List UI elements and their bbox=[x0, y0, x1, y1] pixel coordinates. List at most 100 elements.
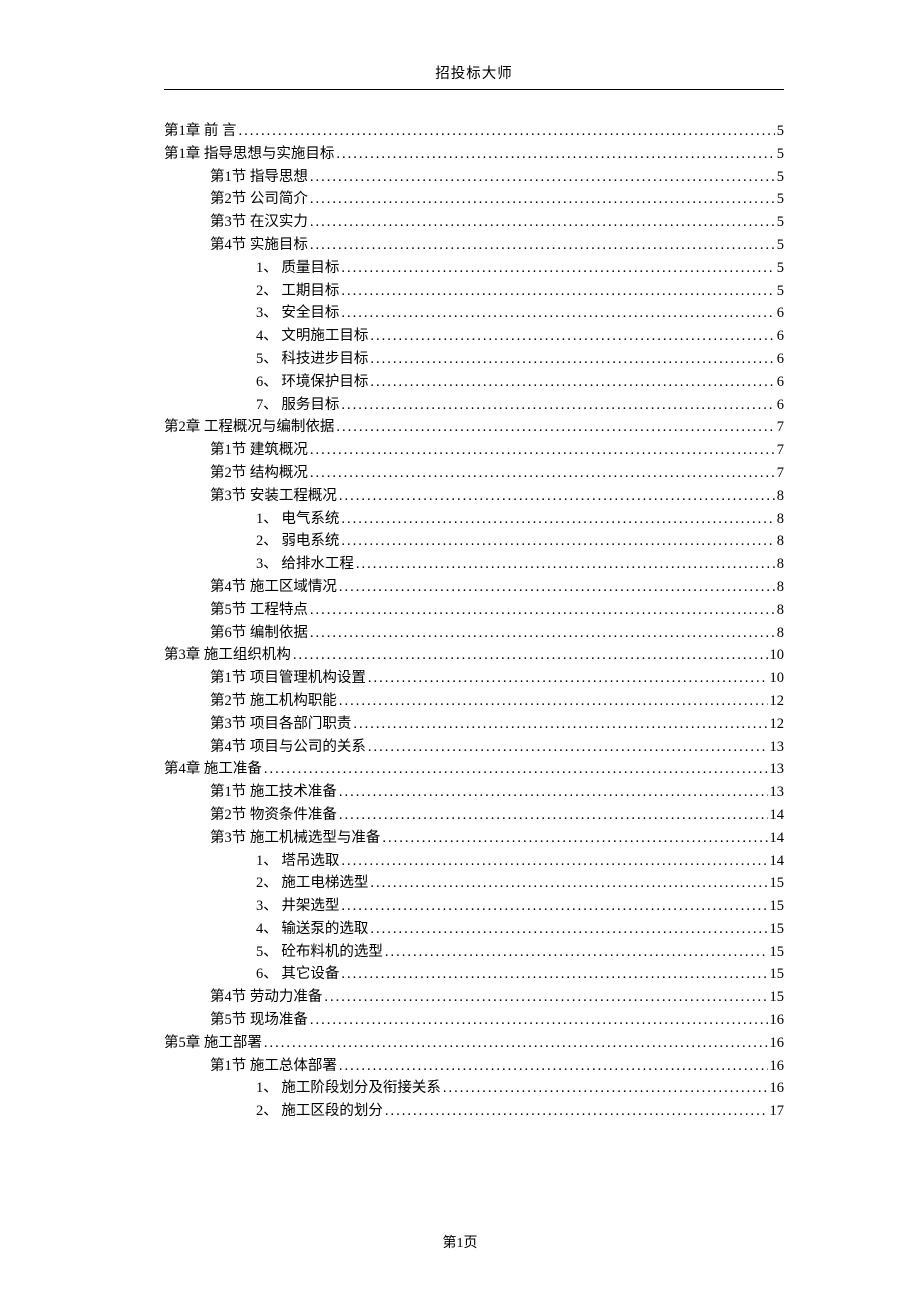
toc-entry-label: 第1章 前 言 bbox=[164, 124, 237, 139]
toc-leader-dots bbox=[310, 443, 775, 458]
toc-entry-page: 8 bbox=[777, 626, 784, 641]
toc-entry-page: 15 bbox=[770, 922, 785, 937]
toc-entry: 第2节 物资条件准备 14 bbox=[164, 808, 784, 823]
toc-entry: 4、 输送泵的选取 15 bbox=[164, 922, 784, 937]
toc-entry: 2、 施工电梯选型 15 bbox=[164, 876, 784, 891]
toc-entry: 第1章 指导思想与实施目标 5 bbox=[164, 147, 784, 162]
toc-entry-page: 6 bbox=[777, 398, 784, 413]
toc-leader-dots bbox=[293, 648, 768, 663]
toc-entry-label: 5、 砼布料机的选型 bbox=[256, 945, 383, 960]
toc-leader-dots bbox=[339, 785, 768, 800]
toc-entry-page: 10 bbox=[770, 648, 785, 663]
toc-entry-label: 第1节 施工总体部署 bbox=[210, 1059, 337, 1074]
toc-entry: 5、 科技进步目标 6 bbox=[164, 352, 784, 367]
toc-entry: 第5节 工程特点 8 bbox=[164, 603, 784, 618]
toc-entry-page: 16 bbox=[770, 1013, 785, 1028]
toc-entry-page: 8 bbox=[777, 512, 784, 527]
toc-entry: 第5章 施工部署 16 bbox=[164, 1036, 784, 1051]
toc-entry-page: 5 bbox=[777, 147, 784, 162]
toc-entry: 第2章 工程概况与编制依据 7 bbox=[164, 420, 784, 435]
toc-leader-dots bbox=[339, 694, 768, 709]
toc-entry: 3、 安全目标 6 bbox=[164, 306, 784, 321]
toc-entry-page: 15 bbox=[770, 899, 785, 914]
toc-entry-label: 第4节 项目与公司的关系 bbox=[210, 740, 366, 755]
toc-leader-dots bbox=[382, 831, 767, 846]
toc-leader-dots bbox=[341, 398, 774, 413]
toc-entry: 第4章 施工准备 13 bbox=[164, 762, 784, 777]
toc-leader-dots bbox=[370, 329, 774, 344]
toc-entry: 第1节 施工总体部署 16 bbox=[164, 1059, 784, 1074]
toc-entry-label: 4、 文明施工目标 bbox=[256, 329, 368, 344]
toc-entry-label: 第1章 指导思想与实施目标 bbox=[164, 147, 334, 162]
toc-entry-page: 12 bbox=[770, 717, 785, 732]
toc-entry-label: 3、 给排水工程 bbox=[256, 557, 354, 572]
toc-leader-dots bbox=[310, 603, 775, 618]
toc-entry-label: 第3节 在汉实力 bbox=[210, 215, 308, 230]
toc-leader-dots bbox=[341, 261, 774, 276]
toc-entry: 第3节 项目各部门职责 12 bbox=[164, 717, 784, 732]
toc-leader-dots bbox=[310, 238, 775, 253]
toc-leader-dots bbox=[356, 557, 775, 572]
page-header: 招投标大师 bbox=[164, 62, 784, 90]
toc-entry: 第6节 编制依据 8 bbox=[164, 626, 784, 641]
toc-entry-page: 10 bbox=[770, 671, 785, 686]
toc-entry: 第2节 施工机构职能 12 bbox=[164, 694, 784, 709]
toc-leader-dots bbox=[310, 1013, 768, 1028]
toc-entry-label: 第4节 实施目标 bbox=[210, 238, 308, 253]
toc-leader-dots bbox=[310, 192, 775, 207]
toc-entry-label: 第1节 指导思想 bbox=[210, 170, 308, 185]
toc-leader-dots bbox=[341, 534, 774, 549]
toc-entry-label: 第2节 公司简介 bbox=[210, 192, 308, 207]
toc-entry-page: 5 bbox=[777, 170, 784, 185]
toc-entry-page: 6 bbox=[777, 329, 784, 344]
toc-entry: 第1章 前 言 5 bbox=[164, 124, 784, 139]
toc-entry-label: 6、 其它设备 bbox=[256, 967, 339, 982]
toc-entry: 第1节 建筑概况 7 bbox=[164, 443, 784, 458]
toc-entry: 1、 施工阶段划分及衔接关系 16 bbox=[164, 1081, 784, 1096]
toc-entry-page: 8 bbox=[777, 534, 784, 549]
toc-entry-page: 14 bbox=[770, 854, 785, 869]
toc-leader-dots bbox=[310, 215, 775, 230]
toc-entry-label: 第5节 现场准备 bbox=[210, 1013, 308, 1028]
toc-entry: 第1节 指导思想 5 bbox=[164, 170, 784, 185]
toc-entry: 6、 环境保护目标 6 bbox=[164, 375, 784, 390]
toc-leader-dots bbox=[310, 626, 775, 641]
toc-entry: 第1节 项目管理机构设置 10 bbox=[164, 671, 784, 686]
toc-leader-dots bbox=[339, 808, 768, 823]
toc-leader-dots bbox=[443, 1081, 768, 1096]
toc-entry-label: 1、 施工阶段划分及衔接关系 bbox=[256, 1081, 441, 1096]
toc-entry: 6、 其它设备 15 bbox=[164, 967, 784, 982]
toc-entry-page: 8 bbox=[777, 603, 784, 618]
table-of-contents: 第1章 前 言 5第1章 指导思想与实施目标 5第1节 指导思想 5第2节 公司… bbox=[164, 124, 784, 1119]
toc-entry-label: 7、 服务目标 bbox=[256, 398, 339, 413]
toc-entry-label: 5、 科技进步目标 bbox=[256, 352, 368, 367]
toc-entry-page: 15 bbox=[770, 945, 785, 960]
toc-leader-dots bbox=[264, 762, 768, 777]
toc-entry-page: 5 bbox=[777, 124, 784, 139]
toc-entry-page: 15 bbox=[770, 876, 785, 891]
toc-entry-label: 第1节 施工技术准备 bbox=[210, 785, 337, 800]
toc-leader-dots bbox=[370, 922, 767, 937]
toc-entry-label: 第1节 建筑概况 bbox=[210, 443, 308, 458]
toc-entry-page: 6 bbox=[777, 352, 784, 367]
toc-entry: 第4节 劳动力准备 15 bbox=[164, 990, 784, 1005]
toc-entry-page: 16 bbox=[770, 1081, 785, 1096]
toc-entry-page: 5 bbox=[777, 261, 784, 276]
toc-entry-page: 13 bbox=[770, 785, 785, 800]
toc-entry-page: 5 bbox=[777, 215, 784, 230]
toc-entry: 第4节 实施目标 5 bbox=[164, 238, 784, 253]
toc-leader-dots bbox=[368, 671, 768, 686]
toc-entry-label: 第2章 工程概况与编制依据 bbox=[164, 420, 334, 435]
toc-leader-dots bbox=[339, 489, 775, 504]
toc-leader-dots bbox=[339, 1059, 768, 1074]
toc-entry-label: 1、 电气系统 bbox=[256, 512, 339, 527]
toc-entry: 第2节 结构概况 7 bbox=[164, 466, 784, 481]
toc-entry-page: 8 bbox=[777, 557, 784, 572]
toc-entry-label: 第5节 工程特点 bbox=[210, 603, 308, 618]
toc-leader-dots bbox=[385, 945, 768, 960]
toc-entry-label: 第4节 施工区域情况 bbox=[210, 580, 337, 595]
toc-entry-page: 5 bbox=[777, 192, 784, 207]
toc-entry-page: 7 bbox=[777, 420, 784, 435]
toc-entry-label: 6、 环境保护目标 bbox=[256, 375, 368, 390]
toc-entry-page: 17 bbox=[770, 1104, 785, 1119]
